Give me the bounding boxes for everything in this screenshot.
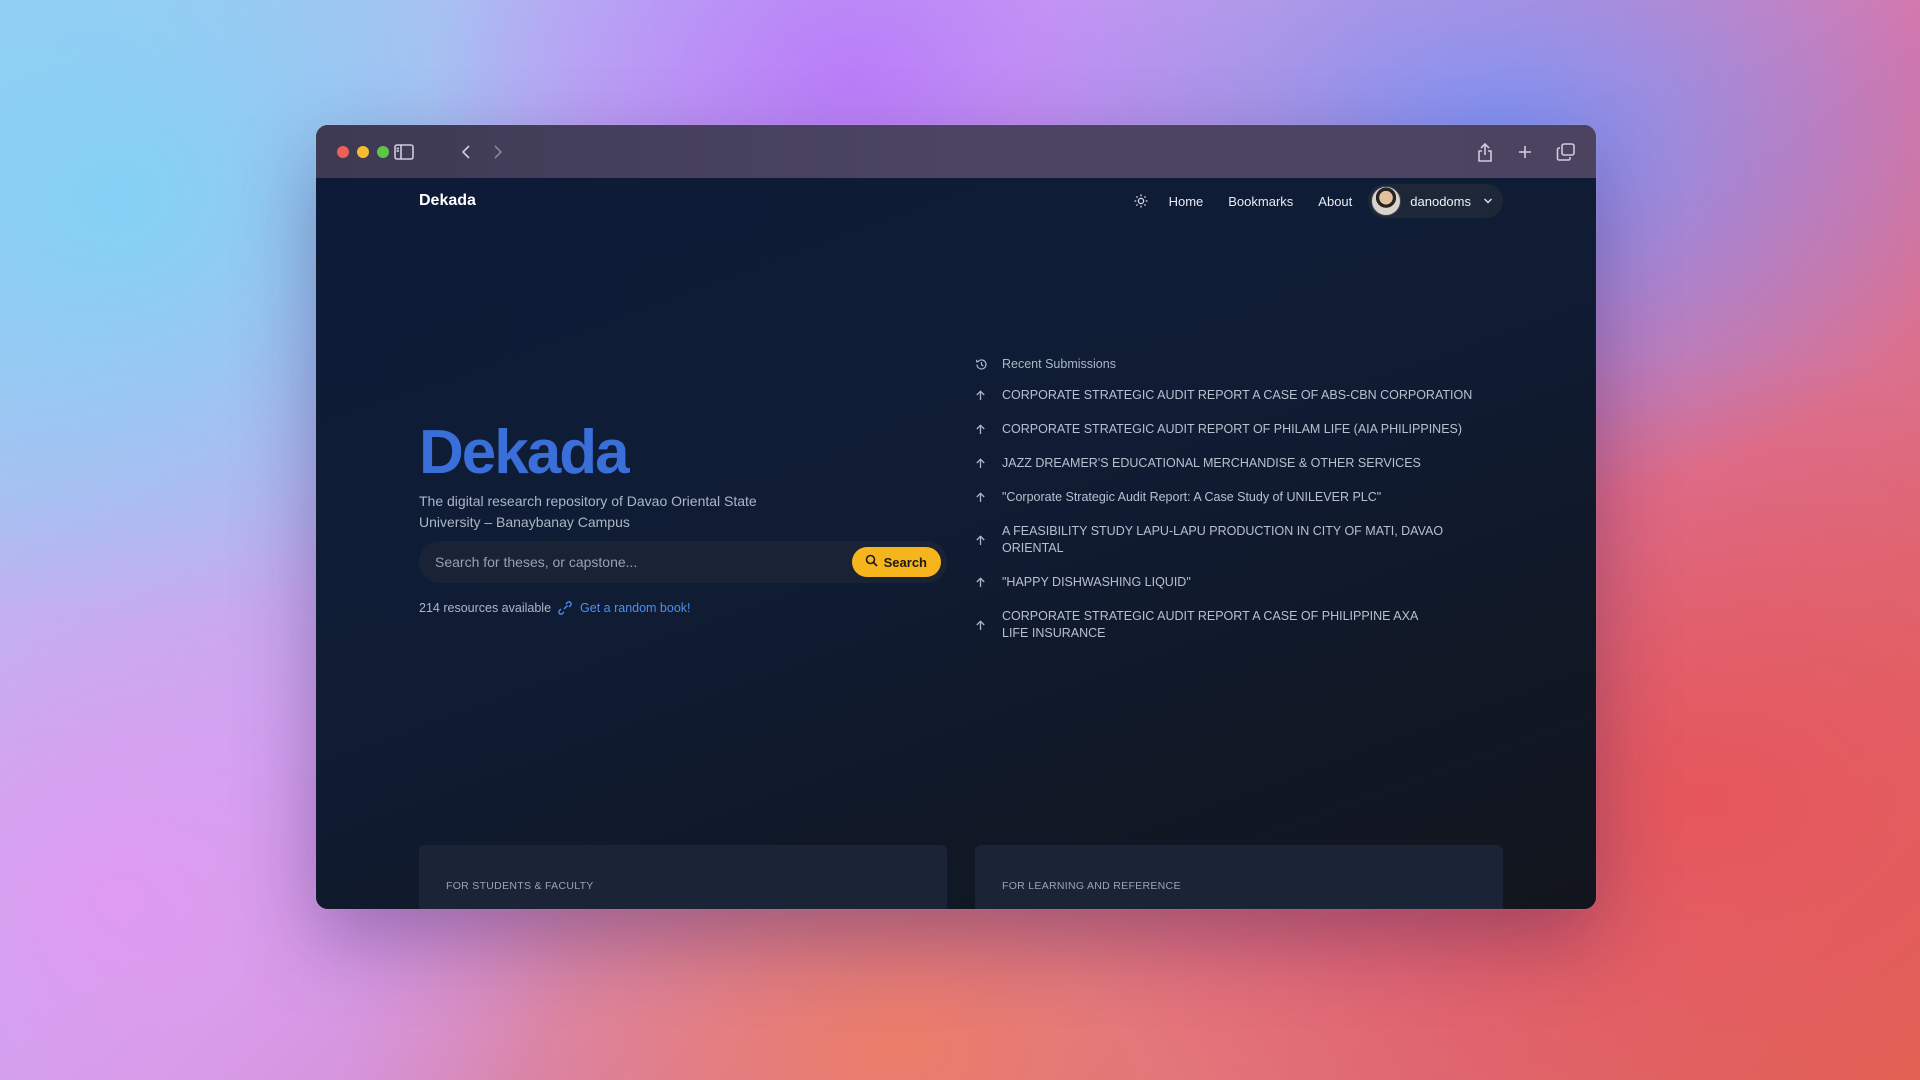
nav-right-group: Home Bookmarks About danodoms (1131, 184, 1503, 218)
recent-item-title: CORPORATE STRATEGIC AUDIT REPORT OF PHIL… (1002, 422, 1463, 436)
web-page: Dekada Home Bookmarks About danodoms Dek… (316, 178, 1596, 909)
plus-icon[interactable] (1512, 139, 1538, 165)
brand-logo[interactable]: Dekada (419, 192, 476, 210)
arrow-up-icon (975, 576, 989, 590)
recent-item[interactable]: CORPORATE STRATEGIC AUDIT REPORT A CASE … (975, 387, 1505, 404)
forward-arrow-icon[interactable] (485, 139, 511, 165)
recent-item-title: A FEASIBILITY STUDY LAPU-LAPU PRODUCTION… (1002, 524, 1444, 555)
search-input[interactable] (433, 553, 852, 571)
share-icon[interactable] (1472, 139, 1498, 165)
arrow-up-icon (975, 423, 989, 437)
hero-title: Dekada (419, 418, 630, 487)
arrow-up-icon (975, 389, 989, 403)
students-faculty-card: FOR STUDENTS & FACULTY (419, 845, 947, 909)
avatar (1371, 186, 1402, 216)
card-label: FOR LEARNING AND REFERENCE (1002, 880, 1181, 892)
window-controls (337, 146, 389, 158)
nav-link-about[interactable]: About (1318, 194, 1352, 209)
chevron-down-icon (1483, 192, 1493, 210)
sun-icon[interactable] (1131, 191, 1151, 211)
search-button-label: Search (883, 554, 927, 570)
tabs-overview-icon[interactable] (1553, 139, 1579, 165)
history-icon (975, 357, 989, 371)
close-window-button[interactable] (337, 146, 349, 158)
arrow-up-icon (975, 457, 989, 471)
arrow-up-icon (975, 618, 989, 632)
search-icon (865, 554, 878, 570)
resource-count: 214 resources available (419, 601, 552, 615)
recent-submissions-heading: Recent Submissions (975, 355, 1505, 373)
zoom-window-button[interactable] (377, 146, 389, 158)
minimize-window-button[interactable] (357, 146, 369, 158)
recent-item[interactable]: CORPORATE STRATEGIC AUDIT REPORT OF PHIL… (975, 421, 1505, 438)
link-icon (558, 600, 574, 616)
browser-window: Dekada Home Bookmarks About danodoms Dek… (316, 125, 1596, 909)
random-book-link[interactable]: Get a random book! (580, 601, 690, 615)
username-label: danodoms (1410, 193, 1471, 209)
search-button[interactable]: Search (851, 547, 941, 577)
arrow-up-icon (975, 533, 989, 547)
learning-reference-card: FOR LEARNING AND REFERENCE (975, 845, 1503, 909)
recent-item-title: CORPORATE STRATEGIC AUDIT REPORT A CASE … (1002, 609, 1418, 640)
top-navbar: Dekada Home Bookmarks About danodoms (419, 178, 1503, 224)
recent-item[interactable]: "Corporate Strategic Audit Report: A Cas… (975, 489, 1505, 506)
search-bar: Search (419, 541, 947, 583)
card-label: FOR STUDENTS & FACULTY (446, 880, 594, 892)
user-menu-button[interactable]: danodoms (1368, 184, 1503, 218)
nav-link-bookmarks[interactable]: Bookmarks (1228, 194, 1293, 209)
arrow-up-icon (975, 491, 989, 505)
recent-submissions: Recent Submissions CORPORATE STRATEGIC A… (975, 355, 1505, 659)
recent-item[interactable]: JAZZ DREAMER'S EDUCATIONAL MERCHANDISE &… (975, 455, 1505, 472)
hero-subtitle: The digital research repository of Davao… (419, 493, 757, 530)
recent-item-title: "HAPPY DISHWASHING LIQUID" (1002, 575, 1191, 589)
browser-titlebar (316, 125, 1596, 178)
recent-item-title: JAZZ DREAMER'S EDUCATIONAL MERCHANDISE &… (1002, 456, 1421, 470)
recent-item-title: "Corporate Strategic Audit Report: A Cas… (1002, 490, 1382, 504)
recent-item[interactable]: A FEASIBILITY STUDY LAPU-LAPU PRODUCTION… (975, 523, 1505, 557)
recent-item-title: CORPORATE STRATEGIC AUDIT REPORT A CASE … (1002, 388, 1473, 402)
nav-link-home[interactable]: Home (1169, 194, 1204, 209)
recent-heading-label: Recent Submissions (1002, 357, 1116, 371)
recent-item[interactable]: CORPORATE STRATEGIC AUDIT REPORT A CASE … (975, 608, 1505, 642)
resources-line: 214 resources available Get a random boo… (419, 600, 691, 616)
sidebar-toggle-icon[interactable] (391, 139, 417, 165)
recent-item[interactable]: "HAPPY DISHWASHING LIQUID" (975, 574, 1505, 591)
back-arrow-icon[interactable] (453, 139, 479, 165)
